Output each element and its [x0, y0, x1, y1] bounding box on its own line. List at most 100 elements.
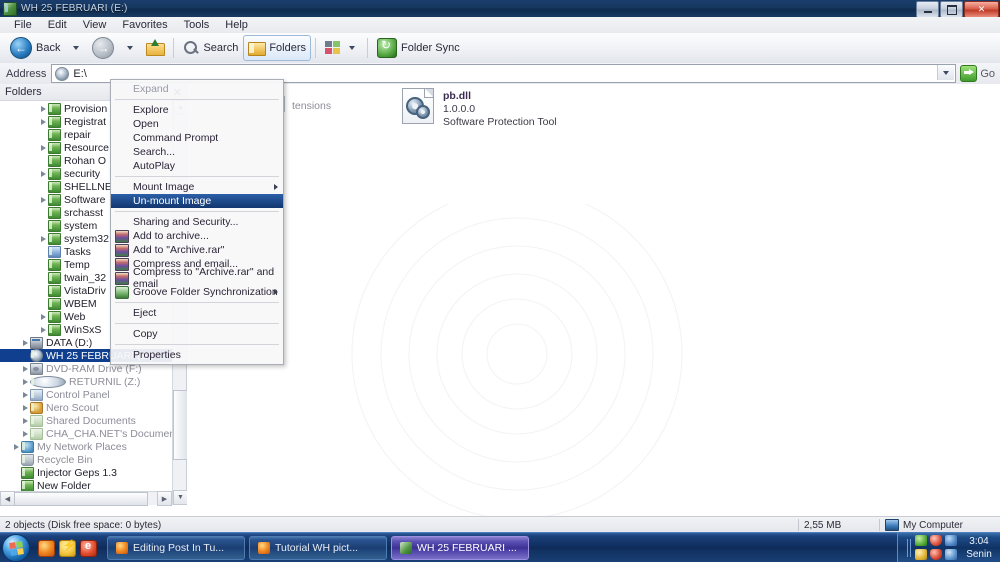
context-menu-item-label: Groove Folder Synchronization — [133, 286, 278, 298]
expand-chevron-icon[interactable] — [20, 429, 30, 439]
shield-red-icon[interactable] — [930, 535, 942, 546]
expand-chevron-icon[interactable] — [38, 104, 48, 114]
expand-chevron-icon[interactable] — [38, 195, 48, 205]
expand-chevron-icon[interactable] — [38, 143, 48, 153]
expand-chevron-icon[interactable] — [38, 117, 48, 127]
red-alert-icon[interactable] — [930, 549, 942, 560]
context-menu-item[interactable]: Compress to "Archive.rar" and email — [111, 266, 283, 290]
content-pane[interactable]: tensions pb.dll 1.0.0.0 Software Protect… — [187, 84, 1000, 520]
go-button[interactable]: Go — [956, 65, 1000, 82]
taskbar-task-button[interactable]: Editing Post In Tu... — [107, 536, 245, 560]
scroll-left-button[interactable]: ◀ — [0, 491, 15, 506]
expand-chevron-icon[interactable] — [20, 390, 30, 400]
minimize-button[interactable] — [916, 1, 939, 18]
tree-item[interactable]: RETURNIL (Z:) — [0, 375, 172, 388]
scroll-right-button[interactable]: ▶ — [157, 491, 172, 506]
menu-edit[interactable]: Edit — [40, 17, 75, 33]
context-menu-item[interactable]: Mount Image — [111, 180, 283, 194]
search-icon — [183, 40, 199, 56]
expand-chevron-icon[interactable] — [20, 338, 30, 348]
tree-item[interactable]: Control Panel — [0, 388, 172, 401]
context-menu-item[interactable]: Explore — [111, 103, 283, 117]
bolt-icon[interactable] — [59, 539, 76, 557]
context-menu-item[interactable]: AutoPlay — [111, 159, 283, 173]
clock-drive-icon — [30, 375, 66, 388]
maximize-button[interactable] — [940, 1, 963, 18]
context-menu-item[interactable]: Properties — [111, 348, 283, 362]
context-menu-item[interactable]: Groove Folder Synchronization — [111, 285, 283, 299]
file-item[interactable]: pb.dll 1.0.0.0 Software Protection Tool — [402, 88, 557, 128]
search-button[interactable]: Search — [178, 35, 243, 61]
expand-chevron-icon[interactable] — [20, 364, 30, 374]
back-dropdown[interactable] — [65, 35, 87, 61]
window-icon — [3, 1, 17, 16]
forward-dropdown[interactable] — [119, 35, 141, 61]
tree-item-label: RETURNIL (Z:) — [69, 375, 141, 388]
clock[interactable]: 3:04 Senin — [962, 535, 996, 561]
scroll-down-button[interactable]: ▼ — [173, 490, 188, 505]
taskbar: Editing Post In Tu... Tutorial WH pict...… — [0, 532, 1000, 562]
context-menu-item[interactable]: Sharing and Security... — [111, 215, 283, 229]
taskbar-task-button[interactable]: WH 25 FEBRUARI ... — [391, 536, 529, 560]
tree-item[interactable]: My Network Places — [0, 440, 172, 453]
tree-item[interactable]: Shared Documents — [0, 414, 172, 427]
menu-favorites[interactable]: Favorites — [114, 17, 175, 33]
red-e-icon[interactable] — [80, 539, 97, 557]
column-divider — [284, 96, 285, 112]
folders-button[interactable]: Folders — [243, 35, 312, 61]
views-button[interactable] — [320, 35, 363, 61]
green-sync-icon[interactable] — [915, 535, 927, 546]
context-menu-item[interactable]: Add to archive... — [111, 229, 283, 243]
expand-chevron-icon[interactable] — [11, 442, 21, 452]
menu-view[interactable]: View — [75, 17, 115, 33]
tree-item[interactable]: Recycle Bin — [0, 453, 172, 466]
close-button[interactable]: ✕ — [964, 1, 999, 18]
expand-chevron-icon[interactable] — [38, 312, 48, 322]
back-button[interactable]: ← Back — [5, 35, 65, 61]
menu-file[interactable]: File — [6, 17, 40, 33]
hscroll-thumb[interactable] — [14, 491, 148, 506]
tree-horizontal-scrollbar[interactable]: ◀ ▶ — [0, 491, 172, 506]
up-button[interactable] — [141, 35, 169, 61]
toolbar: ← Back → Search Folders Folder Sync — [0, 33, 1000, 64]
gold-shield-icon[interactable] — [915, 549, 927, 560]
file-metadata: pb.dll 1.0.0.0 Software Protection Tool — [443, 88, 557, 128]
context-menu-item[interactable]: Search... — [111, 145, 283, 159]
expand-chevron-icon[interactable] — [20, 403, 30, 413]
context-menu-item[interactable]: Copy — [111, 327, 283, 341]
scroll-thumb[interactable] — [173, 390, 188, 460]
tree-item[interactable]: Nero Scout — [0, 401, 172, 414]
start-button[interactable] — [2, 534, 30, 562]
folder-icon — [48, 323, 61, 336]
folder-icon — [48, 219, 61, 232]
blue-network-icon[interactable] — [945, 535, 957, 546]
tray-grip[interactable] — [907, 539, 911, 557]
context-menu[interactable]: Expand Explore Open Command Prompt Search...… — [110, 79, 284, 365]
menu-bar: File Edit View Favorites Tools Help — [0, 17, 1000, 34]
expand-chevron-icon[interactable] — [38, 234, 48, 244]
expand-chevron-icon[interactable] — [20, 416, 30, 426]
tree-item[interactable]: Injector Geps 1.3 — [0, 466, 172, 479]
folder-sync-button[interactable]: Folder Sync — [372, 35, 465, 61]
context-menu-item[interactable]: Open — [111, 117, 283, 131]
dvd-drive-icon — [30, 362, 43, 375]
context-menu-item[interactable]: Un-mount Image — [111, 194, 283, 208]
address-dropdown-button[interactable] — [937, 65, 955, 80]
firefox-icon[interactable] — [38, 539, 55, 557]
menu-tools[interactable]: Tools — [176, 17, 218, 33]
tree-item[interactable]: CHA_CHA.NET's Documents — [0, 427, 172, 440]
context-menu-item-label: Eject — [133, 307, 157, 319]
menu-help[interactable]: Help — [217, 17, 256, 33]
tree-item-label: Temp — [64, 258, 90, 271]
context-menu-item[interactable]: Command Prompt — [111, 131, 283, 145]
taskbar-task-button[interactable]: Tutorial WH pict... — [249, 536, 387, 560]
expand-chevron-icon[interactable] — [38, 325, 48, 335]
context-menu-item[interactable]: Eject — [111, 306, 283, 320]
folders-pane-title: Folders — [5, 86, 42, 98]
expand-chevron-icon[interactable] — [20, 377, 30, 387]
context-menu-item[interactable]: Add to "Archive.rar" — [111, 243, 283, 257]
speaker-icon[interactable] — [945, 549, 957, 560]
forward-button[interactable]: → — [87, 35, 119, 61]
expand-chevron-icon[interactable] — [38, 169, 48, 179]
tree-item-label: New Folder — [37, 479, 91, 492]
